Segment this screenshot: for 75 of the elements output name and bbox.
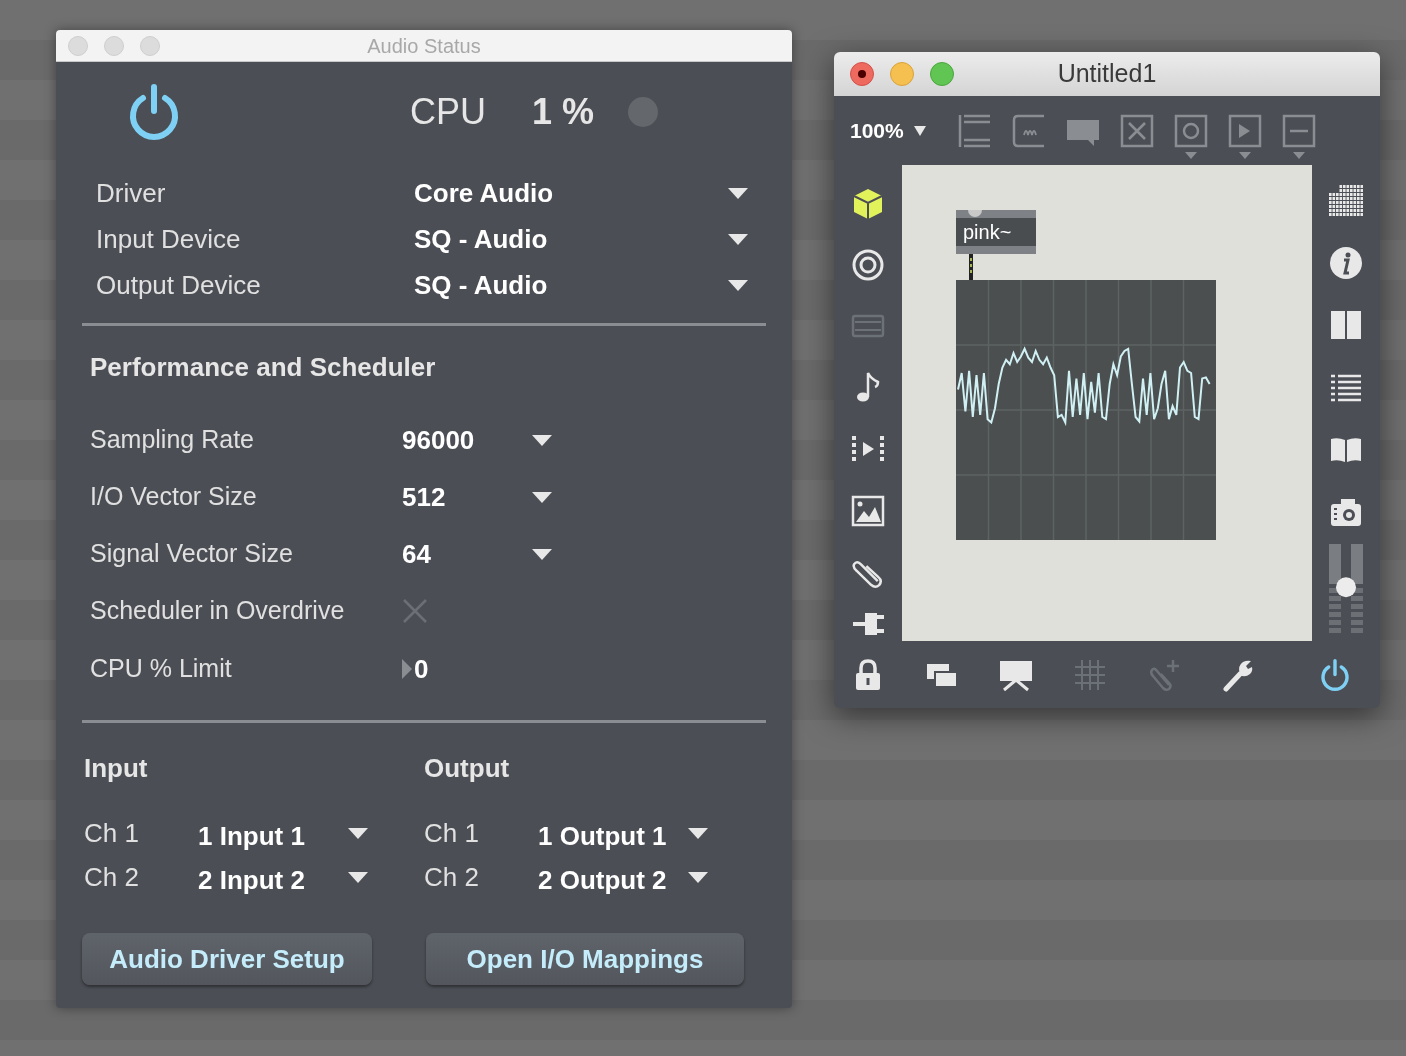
dropdown-arrow-icon[interactable] [532,434,552,446]
setting-label: Sampling Rate [90,424,255,456]
device-value[interactable]: Core Audio [414,173,728,213]
object-box[interactable]: pink~ [956,210,1036,254]
patcher-canvas[interactable]: pink~ [902,165,1312,641]
dropdown-arrow-icon[interactable] [348,827,368,839]
setting-value: 0 [414,652,429,686]
dropdown-arrow-icon[interactable] [688,827,708,839]
info-icon[interactable] [1329,246,1363,280]
setting-value[interactable]: 64 [402,534,532,574]
patch-cord [969,254,973,280]
channel-label: Ch 1 [84,816,140,850]
channel-value[interactable]: 1 Input 1 [198,816,348,856]
setting-label: I/O Vector Size [90,481,258,513]
line-box-icon[interactable] [1282,114,1316,148]
grid-dots-icon[interactable] [1329,184,1363,218]
image-icon[interactable] [851,494,885,528]
device-value[interactable]: SQ - Audio [414,265,728,305]
setting-label: Signal Vector Size [90,538,294,570]
slider-track [1329,544,1363,584]
crossed-box-icon[interactable] [1120,114,1154,148]
dropdown-arrow-icon[interactable] [728,233,748,245]
action-button[interactable]: Audio Driver Setup [82,933,372,985]
device-label: Driver [96,176,167,210]
action-button[interactable]: Open I/O Mappings [426,933,744,985]
io-title: Input [84,752,149,785]
device-label: Output Device [96,268,262,302]
dropdown-arrow-icon [913,126,926,136]
setting-label: Scheduler in Overdrive [90,595,346,627]
power-icon[interactable] [1319,659,1351,691]
window-title: Untitled1 [1057,58,1157,90]
slider-thumb[interactable] [1336,577,1356,598]
caret-icon[interactable] [1293,152,1305,159]
device-label: Input Device [96,222,242,256]
dropdown-arrow-icon[interactable] [532,548,552,560]
object-text: pink~ [963,222,1012,242]
oscilloscope-drawing[interactable] [956,280,1216,540]
split-panel-icon[interactable] [1329,308,1363,342]
dropdown-arrow-icon[interactable] [532,491,552,503]
dropdown-arrow-icon[interactable] [728,279,748,291]
dropdown-arrow-icon[interactable] [348,871,368,883]
caret-icon[interactable] [1185,152,1197,159]
channel-value[interactable]: 2 Output 2 [538,860,688,900]
device-value[interactable]: SQ - Audio [414,219,728,259]
setting-value[interactable]: 512 [402,477,532,517]
zoom-dropdown[interactable]: 100% [850,114,958,148]
wrench-icon[interactable] [1221,658,1255,692]
channel-value[interactable]: 1 Output 1 [538,816,688,856]
number-arrow-icon [402,659,412,679]
checkbox[interactable] [402,598,428,624]
close-button[interactable] [850,62,874,86]
io-title: Output [424,752,511,785]
presentation-icon[interactable] [999,658,1033,692]
setting-label: CPU % Limit [90,653,233,685]
message-box-icon[interactable] [1012,114,1046,148]
channel-label: Ch 2 [84,860,140,894]
caret-icon[interactable] [1239,152,1251,159]
paperclip-plus-icon[interactable] [1147,658,1181,692]
target-icon[interactable] [851,247,885,282]
cpu-label: CPU [410,90,487,134]
dropdown-arrow-icon[interactable] [688,871,708,883]
dropdown-arrow-icon[interactable] [728,187,748,199]
cube-icon[interactable] [851,187,885,221]
cpu-value: 1 % [532,90,596,134]
channel-value[interactable]: 2 Input 2 [198,860,348,900]
window-title: Audio Status [367,33,481,59]
level-meter [1329,588,1363,633]
circle-box-icon[interactable] [1174,114,1208,148]
channel-label: Ch 1 [424,816,480,850]
number-field[interactable]: 0 [402,649,429,689]
channel-label: Ch 2 [424,860,480,894]
play-box-icon[interactable] [1228,114,1262,148]
section-title: Performance and Scheduler [90,352,436,382]
sidebar-icon[interactable] [958,114,992,148]
setting-value[interactable]: 96000 [402,420,532,460]
